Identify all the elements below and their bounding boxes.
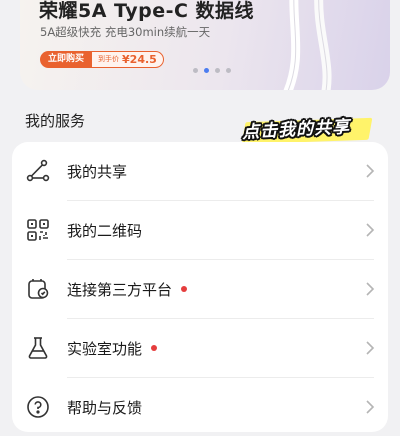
carousel-indicator (193, 68, 231, 73)
service-row-my-qr-code[interactable]: 我的二维码 (12, 201, 388, 259)
service-label-text: 我的二维码 (67, 221, 143, 240)
service-row-help-feedback[interactable]: 帮助与反馈 (12, 378, 388, 436)
service-row-third-party[interactable]: 连接第三方平台 (12, 260, 388, 318)
section-title: 我的服务 (25, 112, 86, 130)
chevron-right-icon (366, 341, 375, 355)
service-label: 我的二维码 (67, 220, 142, 241)
service-row-my-share[interactable]: 我的共享 (12, 142, 388, 200)
buy-row: 立即购买 到手价 ¥24.5 (40, 51, 164, 68)
carousel-dot[interactable] (226, 68, 231, 73)
tutorial-annotation: 点击我的共享 (236, 113, 386, 145)
chevron-right-icon (366, 400, 375, 414)
third-party-icon (25, 276, 51, 302)
service-label: 我的共享 (67, 161, 127, 182)
carousel-dot[interactable] (215, 68, 220, 73)
carousel-dot[interactable] (193, 68, 198, 73)
help-icon (25, 394, 51, 420)
buy-now-button[interactable]: 立即购买 (40, 51, 93, 68)
price-box: 到手价 ¥24.5 (92, 51, 164, 68)
price-value: ¥24.5 (122, 53, 157, 66)
services-card: 我的共享 我的二维码 连接第三方平台 实验室功能 帮助与反馈 (12, 142, 388, 432)
new-badge-dot (151, 345, 158, 351)
service-label: 连接第三方平台 (67, 279, 188, 300)
chevron-right-icon (366, 282, 375, 296)
service-label: 实验室功能 (67, 338, 158, 359)
cable-product-image (283, 0, 332, 90)
service-label-text: 连接第三方平台 (67, 280, 173, 299)
price-label: 到手价 (98, 55, 120, 63)
banner-subtitle: 5A超级快充 充电30min续航一天 (40, 25, 211, 39)
chevron-right-icon (366, 223, 375, 237)
banner-title: 荣耀5A Type-C 数据线 (39, 0, 255, 22)
promo-banner[interactable]: 荣耀5A Type-C 数据线 5A超级快充 充电30min续航一天 立即购买 … (20, 0, 390, 90)
service-label-text: 我的共享 (67, 162, 128, 181)
new-badge-dot (181, 286, 188, 292)
carousel-dot-active[interactable] (204, 68, 209, 73)
chevron-right-icon (366, 164, 375, 178)
qr-code-icon (25, 217, 51, 243)
flask-icon (25, 335, 51, 361)
share-icon (25, 158, 51, 184)
service-row-lab-features[interactable]: 实验室功能 (12, 319, 388, 377)
service-label-text: 实验室功能 (67, 339, 143, 358)
